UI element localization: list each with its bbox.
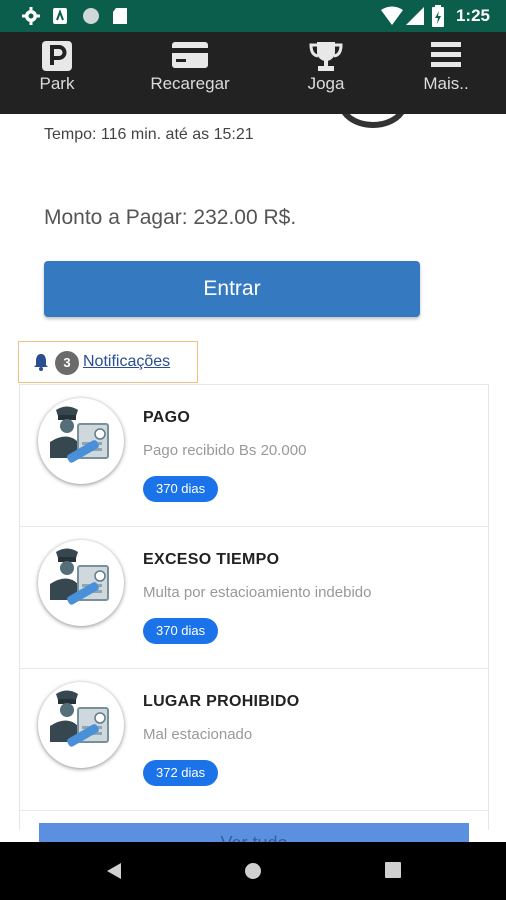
- notification-description: Multa por estacioamiento indebido: [143, 584, 372, 601]
- main-content[interactable]: Tempo: 116 min. até as 15:21 Monto a Pag…: [0, 114, 506, 842]
- notifications-link[interactable]: Notificações: [83, 353, 170, 371]
- system-nav-bar: [0, 842, 506, 900]
- recents-icon[interactable]: [385, 862, 401, 878]
- circle-status-icon: [83, 8, 99, 24]
- parking-officer-icon: [50, 406, 109, 463]
- menu-icon: [431, 42, 461, 67]
- time-remaining: Tempo: 116 min. até as 15:21: [44, 126, 254, 143]
- nav-label-mais: Mais..: [423, 74, 469, 93]
- notification-age-badge: 370 dias: [143, 476, 219, 502]
- nav-label-park: Park: [39, 74, 75, 93]
- notification-card[interactable]: PAGO Pago recibido Bs 20.000 370 dias: [20, 384, 488, 526]
- notification-card[interactable]: LUGAR PROHIBIDO Mal estacionado 372 dias: [20, 668, 488, 810]
- wifi-icon: [381, 6, 403, 25]
- nav-label-recaregar: Recaregar: [150, 74, 230, 93]
- amount-due: Monto a Pagar: 232.00 R$.: [44, 206, 297, 229]
- bell-icon: [34, 354, 48, 371]
- nav-item-mais[interactable]: Mais..: [391, 32, 501, 114]
- settings-icon: [22, 7, 40, 25]
- notification-description: Pago recibido Bs 20.000: [143, 442, 307, 459]
- notification-title: PAGO: [143, 409, 191, 426]
- notifications-header[interactable]: 3 Notificações: [18, 341, 198, 383]
- trophy-icon: [309, 42, 343, 71]
- nav-item-joga[interactable]: Joga: [271, 32, 381, 114]
- notifications-list: PAGO Pago recibido Bs 20.000 370 dias EX…: [19, 384, 489, 830]
- officer-avatar: [38, 682, 124, 768]
- status-time: 1:25: [455, 6, 490, 25]
- sd-card-icon: [113, 8, 127, 24]
- home-icon[interactable]: [244, 862, 262, 880]
- officer-avatar: [38, 540, 124, 626]
- parking-officer-icon: [50, 548, 109, 605]
- notification-age-badge: 372 dias: [143, 760, 219, 786]
- app-notification-icon: [53, 8, 67, 24]
- notification-title: EXCESO TIEMPO: [143, 551, 280, 568]
- notification-title: LUGAR PROHIBIDO: [143, 693, 300, 710]
- battery-icon: [432, 5, 444, 27]
- cell-signal-icon: [406, 7, 424, 25]
- back-icon[interactable]: [105, 862, 123, 880]
- parking-officer-icon: [50, 690, 109, 747]
- notification-age-badge: 370 dias: [143, 618, 219, 644]
- top-nav: Park Recaregar Joga Mais..: [0, 32, 506, 114]
- entrar-button[interactable]: Entrar: [44, 261, 420, 317]
- timer-ring: [338, 114, 408, 128]
- notifications-count-badge: 3: [55, 351, 79, 375]
- ver-todo-button[interactable]: Ver tudo: [39, 823, 469, 842]
- credit-card-icon: [172, 42, 208, 68]
- parking-icon: [42, 41, 72, 71]
- nav-item-recaregar[interactable]: Recaregar: [135, 32, 245, 114]
- notification-description: Mal estacionado: [143, 726, 253, 743]
- nav-item-park[interactable]: Park: [2, 32, 112, 114]
- officer-avatar: [38, 398, 124, 484]
- notification-card[interactable]: EXCESO TIEMPO Multa por estacioamiento i…: [20, 526, 488, 668]
- nav-label-joga: Joga: [307, 74, 345, 93]
- status-bar: 1:25: [0, 0, 506, 32]
